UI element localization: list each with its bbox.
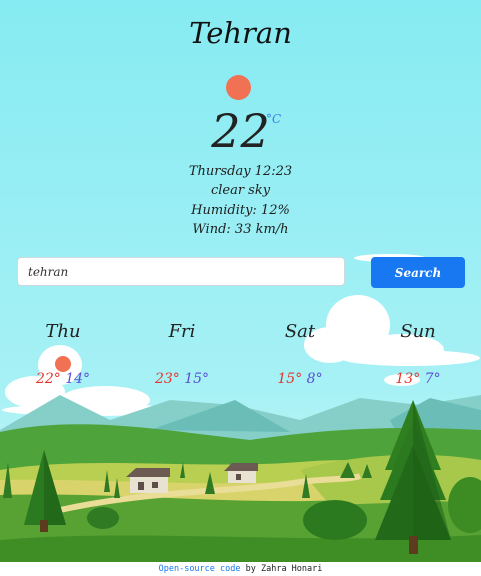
forecast-day-name: Thu [45, 321, 81, 342]
humidity: Humidity: 12% [191, 203, 290, 218]
forecast-day-name: Sun [400, 321, 436, 342]
footer: Open-source code by Zahra Honari [0, 562, 481, 576]
search-button[interactable]: Search [371, 257, 465, 288]
forecast-day-name: Sat [284, 321, 316, 342]
city-name: Tehran [189, 16, 292, 50]
forecast-day: Sat 15° 8° [245, 321, 355, 387]
forecast-day: Fri 23° 15° [127, 321, 237, 387]
forecast-day-name: Fri [168, 321, 196, 342]
forecast-high: 13° [395, 371, 421, 387]
forecast-low: 14° [65, 371, 91, 387]
forecast-day: Sun 13° 7° [363, 321, 473, 387]
forecast-low: 7° [424, 371, 441, 387]
wind: Wind: 33 km/h [192, 222, 289, 237]
forecast-high: 22° [35, 371, 61, 387]
sun-icon [55, 356, 71, 372]
forecast-high: 23° [154, 371, 180, 387]
temperature-unit-toggle[interactable]: °C [266, 112, 281, 126]
weather-description: clear sky [210, 183, 271, 198]
forecast-temps: 13° 7° [363, 371, 473, 387]
forecast-high: 15° [277, 371, 303, 387]
author-credit: by Zahra Honari [245, 564, 323, 574]
forecast-low: 15° [184, 371, 210, 387]
sun-icon [226, 75, 251, 100]
forecast-day: Thu 22° 14° [8, 321, 118, 387]
forecast-temps: 22° 14° [8, 371, 118, 387]
current-temperature: 22 [211, 104, 270, 158]
forecast-low: 8° [306, 371, 323, 387]
forecast-temps: 15° 8° [245, 371, 355, 387]
open-source-link[interactable]: Open-source code [159, 564, 241, 574]
search-input[interactable] [17, 257, 345, 286]
weather-app: Tehran 22 °C Thursday 12:23 clear sky Hu… [0, 0, 481, 562]
forecast-temps: 23° 15° [127, 371, 237, 387]
date-time: Thursday 12:23 [188, 164, 293, 179]
